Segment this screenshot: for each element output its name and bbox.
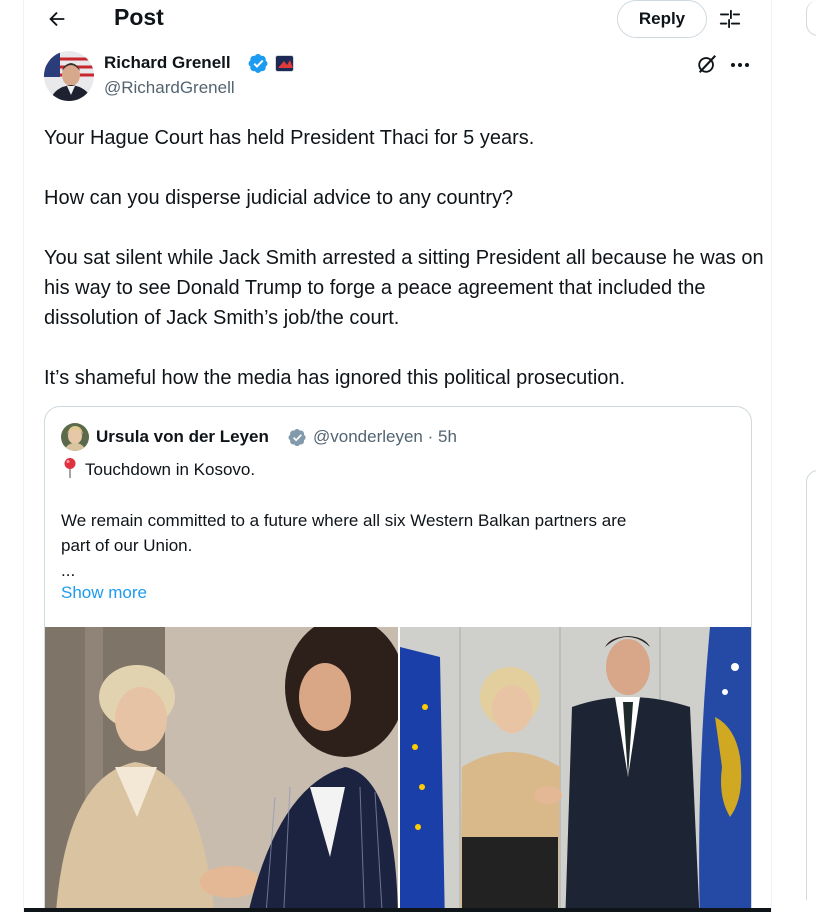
column-divider-right [771, 0, 772, 912]
avatar[interactable] [44, 51, 94, 101]
quoted-line: Touchdown in Kosovo. [85, 460, 256, 479]
author-handle[interactable]: @RichardGrenell [104, 78, 235, 98]
quoted-avatar[interactable] [61, 423, 89, 451]
quoted-author-handle[interactable]: @vonderleyen · 5h [313, 427, 457, 447]
post-header: Post Reply [24, 0, 771, 38]
quoted-line: We remain committed to a future where al… [61, 511, 627, 530]
sidebar-card-edge [806, 470, 816, 900]
round-pushpin-icon [61, 457, 79, 479]
author-name[interactable]: Richard Grenell [104, 53, 231, 73]
column-divider-left [23, 0, 24, 912]
quoted-line: ... [61, 561, 76, 580]
bottom-edge [24, 908, 771, 912]
avatar-image [44, 51, 94, 101]
quoted-author-name[interactable]: Ursula von der Leyen [96, 427, 269, 447]
sliders-icon [719, 9, 741, 29]
sidebar-search-edge[interactable] [806, 0, 816, 36]
quoted-verified-badge-icon[interactable] [288, 428, 307, 447]
grok-icon[interactable] [696, 53, 718, 75]
post-paragraph: You sat silent while Jack Smith arrested… [44, 247, 764, 329]
post-paragraph: How can you disperse judicial advice to … [44, 187, 514, 209]
quoted-photo-2[interactable] [400, 627, 751, 912]
show-more-link[interactable]: Show more [61, 583, 147, 603]
page-title: Post [114, 4, 164, 30]
verified-badge-icon[interactable] [248, 53, 269, 74]
settings-button[interactable] [717, 6, 743, 32]
post-text: Your Hague Court has held President Thac… [44, 123, 764, 393]
quoted-post[interactable]: Ursula von der Leyen @vonderleyen · 5h T… [44, 406, 752, 912]
post-paragraph: Your Hague Court has held President Thac… [44, 127, 535, 149]
quoted-line: part of our Union. [61, 536, 193, 555]
back-button[interactable] [42, 4, 72, 34]
quoted-media[interactable] [45, 627, 751, 912]
reply-button[interactable]: Reply [617, 0, 707, 38]
quoted-photo-1[interactable] [45, 627, 398, 912]
sidebar-edge [806, 0, 816, 912]
quoted-text: Touchdown in Kosovo. We remain committed… [61, 457, 741, 583]
affiliation-badge-icon[interactable] [275, 55, 294, 72]
post-paragraph: It’s shameful how the media has ignored … [44, 367, 626, 389]
arrow-left-icon [49, 11, 65, 27]
more-options-icon[interactable] [729, 55, 751, 75]
